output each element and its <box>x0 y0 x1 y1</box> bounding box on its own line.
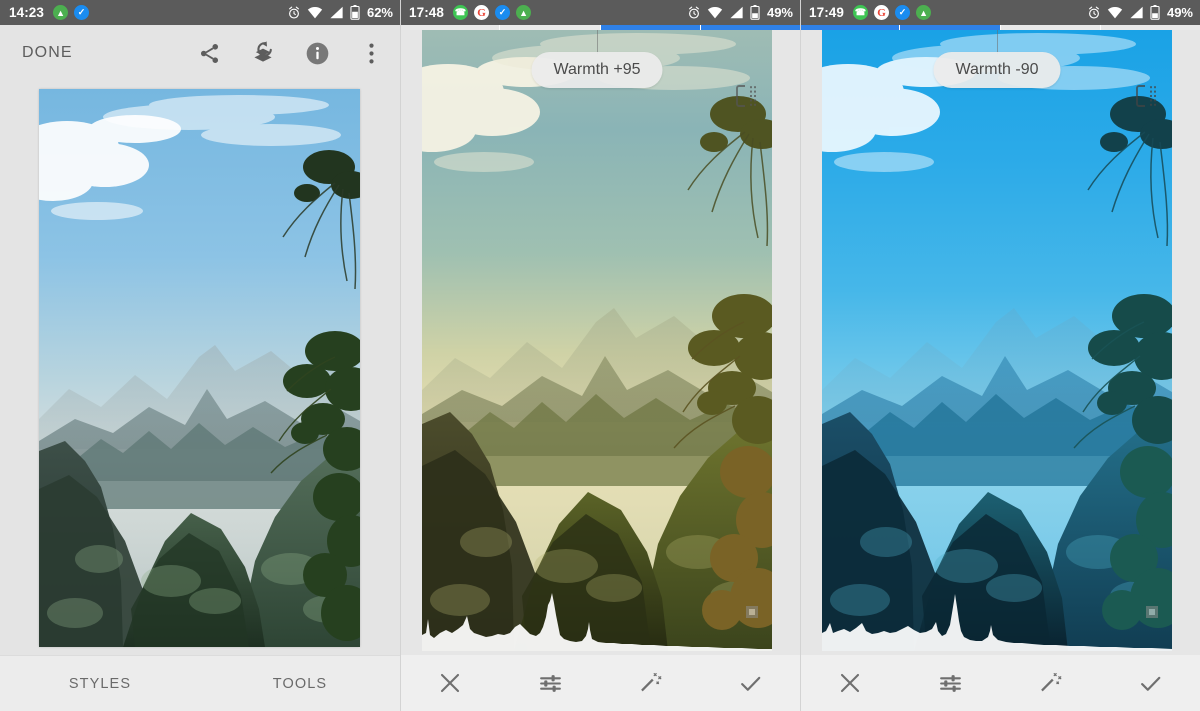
done-button[interactable]: DONE <box>22 44 73 62</box>
progress-segment-active <box>699 25 800 30</box>
alarm-icon <box>687 6 701 20</box>
auto-enhance-button[interactable] <box>1028 661 1072 705</box>
status-bar: 14:23 ▲ ✓ 62% <box>0 0 400 25</box>
status-notification-icons: ☎ G ✓ ▲ <box>453 5 532 20</box>
magic-wand-icon <box>640 672 661 691</box>
progress-segment <box>1099 25 1200 30</box>
signal-icon <box>1129 6 1144 19</box>
progress-segment <box>999 25 1100 30</box>
vlc-icon: ▲ <box>516 5 532 20</box>
landscape-original <box>39 89 360 647</box>
wifi-icon <box>707 6 723 19</box>
check-icon <box>740 676 760 691</box>
histogram-overlay <box>422 593 772 651</box>
info-icon[interactable] <box>304 40 330 66</box>
pill-connector <box>597 30 598 54</box>
tick-badge-icon: ✓ <box>895 5 911 20</box>
tune-button[interactable] <box>528 661 572 705</box>
progress-segment-active <box>899 25 1000 30</box>
photo-preview-warm[interactable]: Warmth +95 <box>422 30 772 651</box>
editor-toolbar: DONE <box>0 25 400 81</box>
cancel-button[interactable] <box>428 661 472 705</box>
battery-icon <box>1150 5 1160 20</box>
google-icon: G <box>474 5 490 20</box>
bottom-tab-bar: STYLES TOOLS <box>0 655 400 711</box>
status-system-icons: 49% <box>687 5 793 20</box>
alarm-icon <box>1087 6 1101 20</box>
landscape-cool <box>822 30 1172 651</box>
tab-styles[interactable]: STYLES <box>0 676 200 692</box>
alarm-icon <box>287 6 301 20</box>
battery-percent: 49% <box>1166 5 1193 20</box>
adjust-progress-bar[interactable] <box>800 25 1200 30</box>
progress-segment-active <box>599 25 700 30</box>
status-system-icons: 62% <box>287 5 393 20</box>
apply-button[interactable] <box>1128 661 1172 705</box>
cancel-button[interactable] <box>828 661 872 705</box>
photo-preview-cool[interactable]: Warmth -90 <box>822 30 1172 651</box>
adjust-action-bar <box>800 655 1200 711</box>
whatsapp-icon: ☎ <box>453 5 469 20</box>
progress-segment <box>400 25 500 30</box>
status-notification-icons: ☎ G ✓ ▲ <box>853 5 932 20</box>
close-icon <box>440 673 460 693</box>
vlc-icon: ▲ <box>53 5 69 20</box>
whatsapp-icon: ☎ <box>853 5 869 20</box>
close-icon <box>840 673 860 693</box>
compare-split-icon[interactable] <box>736 85 756 112</box>
panel-warmth-plus: 17:48 ☎ G ✓ ▲ 49% Warmth +95 <box>400 0 800 711</box>
tick-badge-icon: ✓ <box>495 5 511 20</box>
magic-wand-icon <box>1040 672 1061 691</box>
battery-icon <box>750 5 760 20</box>
toolbar-icon-group <box>196 40 384 66</box>
landscape-warm <box>422 30 772 651</box>
battery-percent: 49% <box>766 5 793 20</box>
photo-preview-original[interactable] <box>39 89 360 647</box>
progress-segment <box>499 25 600 30</box>
adjust-action-bar <box>400 655 800 711</box>
status-system-icons: 49% <box>1087 5 1193 20</box>
panel-divider <box>400 0 401 711</box>
pill-connector <box>997 30 998 54</box>
battery-percent: 62% <box>366 5 393 20</box>
tune-button[interactable] <box>928 661 972 705</box>
share-icon[interactable] <box>196 40 222 66</box>
status-time: 17:48 <box>409 5 445 20</box>
sliders-icon <box>939 674 961 692</box>
status-bar: 17:49 ☎ G ✓ ▲ 49% <box>800 0 1200 25</box>
vlc-icon: ▲ <box>916 5 932 20</box>
resize-handle-icon[interactable] <box>744 604 760 625</box>
adjust-value-pill: Warmth -90 <box>933 52 1061 88</box>
stack-revert-icon[interactable] <box>250 40 276 66</box>
panel-editor-home: 14:23 ▲ ✓ 62% DONE STYLES TOOLS <box>0 0 400 711</box>
apply-button[interactable] <box>728 661 772 705</box>
panel-warmth-minus: 17:49 ☎ G ✓ ▲ 49% Warmth -90 <box>800 0 1200 711</box>
signal-icon <box>329 6 344 19</box>
check-icon <box>1140 676 1160 691</box>
resize-handle-icon[interactable] <box>1144 604 1160 625</box>
compare-split-icon[interactable] <box>1136 85 1156 112</box>
progress-segment-active <box>800 25 900 30</box>
wifi-icon <box>1107 6 1123 19</box>
histogram-overlay <box>822 594 1172 651</box>
wifi-icon <box>307 6 323 19</box>
adjust-progress-bar[interactable] <box>400 25 800 30</box>
overflow-menu-icon[interactable] <box>358 40 384 66</box>
signal-icon <box>729 6 744 19</box>
sliders-icon <box>539 674 561 692</box>
three-panel-screenshot: 14:23 ▲ ✓ 62% DONE STYLES TOOLS 17:48 ☎ … <box>0 0 1200 711</box>
adjust-value-pill: Warmth +95 <box>531 52 663 88</box>
auto-enhance-button[interactable] <box>628 661 672 705</box>
status-time: 14:23 <box>9 5 45 20</box>
tab-tools[interactable]: TOOLS <box>200 676 400 692</box>
tick-badge-icon: ✓ <box>74 5 90 20</box>
panel-divider <box>800 0 801 711</box>
status-notification-icons: ▲ ✓ <box>53 5 90 20</box>
status-time: 17:49 <box>809 5 845 20</box>
status-bar: 17:48 ☎ G ✓ ▲ 49% <box>400 0 800 25</box>
google-icon: G <box>874 5 890 20</box>
battery-icon <box>350 5 360 20</box>
